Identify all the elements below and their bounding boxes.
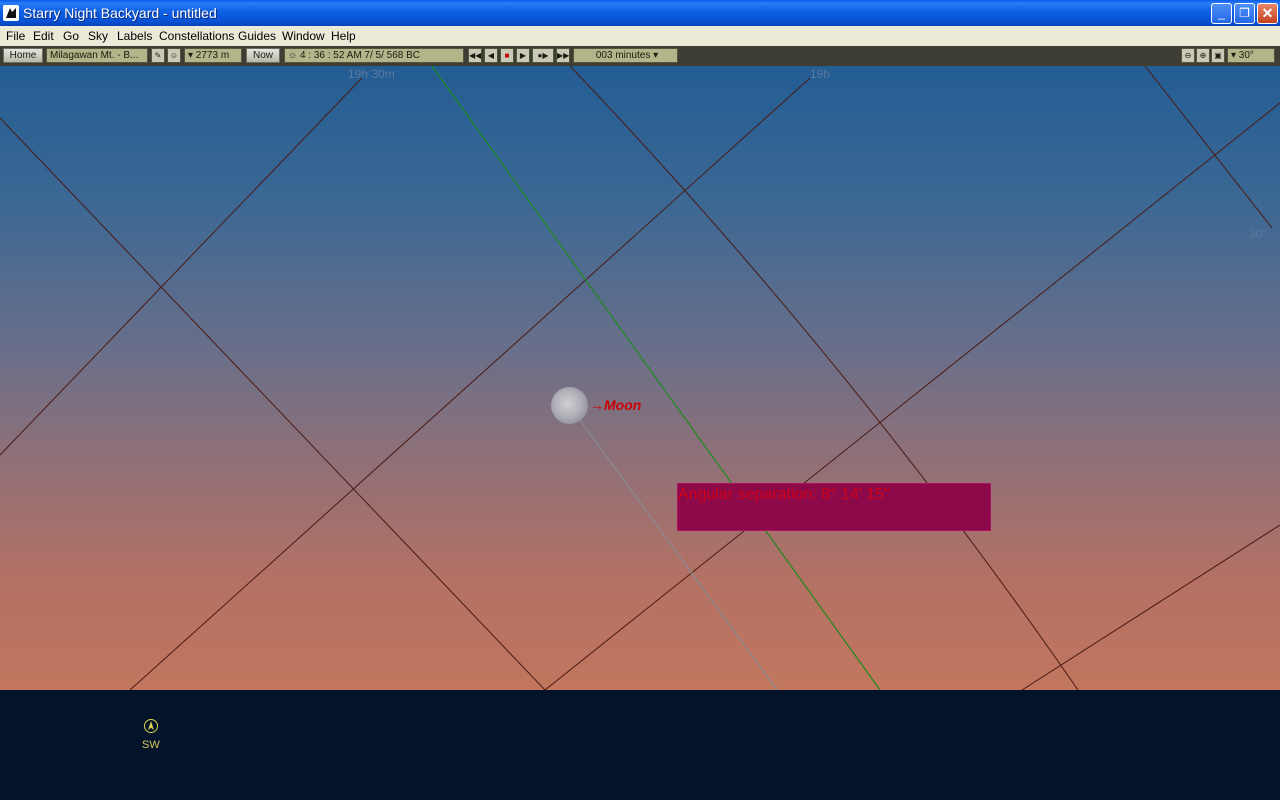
horizon-ground bbox=[0, 690, 1280, 800]
elevation-field[interactable]: ▾ 2773 m bbox=[184, 48, 242, 63]
dec-label-minus30: -30° bbox=[1245, 227, 1268, 241]
menu-help[interactable]: Help bbox=[331, 29, 356, 43]
compass-direction-icon[interactable] bbox=[144, 719, 158, 733]
play-icon[interactable]: ▶ bbox=[516, 48, 530, 63]
sun-icon: ☼ bbox=[288, 50, 300, 61]
minimize-button[interactable]: _ bbox=[1211, 3, 1232, 24]
angular-separation-box: Angular separation: 8° 14' 15" bbox=[677, 483, 991, 531]
ra-label-19h: 19h bbox=[810, 67, 831, 81]
grid-line bbox=[129, 77, 811, 690]
home-button[interactable]: Home bbox=[3, 48, 43, 63]
location-field[interactable]: Milagawan Mt. - B... bbox=[46, 48, 148, 63]
toolbar: Home Milagawan Mt. - B... ✎ ☺ ▾ 2773 m N… bbox=[0, 46, 1280, 66]
app-icon[interactable] bbox=[3, 5, 19, 21]
zoom-fit-icon[interactable]: ▣ bbox=[1211, 48, 1225, 63]
step-forward-icon[interactable]: ●▶ bbox=[532, 48, 554, 63]
menu-edit[interactable]: Edit bbox=[33, 29, 54, 43]
menu-bar: File Edit Go Sky Labels Constellations G… bbox=[0, 26, 1280, 47]
zoom-in-icon[interactable]: ⊕ bbox=[1196, 48, 1210, 63]
time-step-select[interactable]: 003 minutes ▾ bbox=[573, 48, 678, 63]
now-button[interactable]: Now bbox=[246, 48, 280, 63]
grid-line bbox=[0, 117, 546, 690]
grid-line bbox=[0, 77, 363, 456]
restore-button[interactable]: ❐ bbox=[1234, 3, 1255, 24]
coordinate-grid bbox=[0, 66, 1280, 690]
menu-window[interactable]: Window bbox=[282, 29, 325, 43]
compass-direction-label: SW bbox=[142, 739, 160, 751]
angular-separation-text: Angular separation: 8° 14' 15" bbox=[678, 486, 890, 503]
close-button[interactable]: ✕ bbox=[1257, 3, 1278, 24]
title-bar: Starry Night Backyard - untitled _ ❐ ✕ bbox=[0, 0, 1280, 26]
zoom-out-icon[interactable]: ⊖ bbox=[1181, 48, 1195, 63]
step-back-icon[interactable]: ◀ bbox=[484, 48, 498, 63]
menu-guides[interactable]: Guides bbox=[238, 29, 276, 43]
person-icon[interactable]: ☺ bbox=[167, 48, 181, 63]
moon-object[interactable] bbox=[551, 387, 588, 424]
sky-view[interactable]: 19h 30m 19h -30° bbox=[0, 66, 1280, 690]
viewing-tool-icon[interactable]: ✎ bbox=[151, 48, 165, 63]
fast-forward-icon[interactable]: ▶▶ bbox=[556, 48, 570, 63]
stop-icon[interactable]: ■ bbox=[500, 48, 514, 63]
menu-file[interactable]: File bbox=[6, 29, 25, 43]
window-title: Starry Night Backyard - untitled bbox=[23, 5, 217, 21]
grid-line bbox=[569, 66, 1079, 690]
separation-measure-line bbox=[568, 404, 778, 690]
ra-label-19h30m: 19h 30m bbox=[348, 67, 395, 81]
menu-constellations[interactable]: Constellations bbox=[159, 29, 234, 43]
grid-line bbox=[544, 102, 1280, 690]
time-date-text: 4 : 36 : 52 AM 7/ 5/ 568 BC bbox=[299, 50, 421, 61]
grid-line bbox=[1144, 66, 1273, 229]
time-date-field[interactable]: ☼ 4 : 36 : 52 AM 7/ 5/ 568 BC bbox=[284, 48, 464, 63]
moon-label[interactable]: →Moon bbox=[590, 397, 641, 413]
field-of-view-select[interactable]: ▾ 30° bbox=[1227, 48, 1275, 63]
menu-labels[interactable]: Labels bbox=[117, 29, 152, 43]
ecliptic-line bbox=[431, 66, 881, 690]
menu-sky[interactable]: Sky bbox=[88, 29, 108, 43]
rewind-icon[interactable]: ◀◀ bbox=[468, 48, 482, 63]
sky-grid bbox=[0, 66, 1280, 690]
menu-go[interactable]: Go bbox=[63, 29, 79, 43]
